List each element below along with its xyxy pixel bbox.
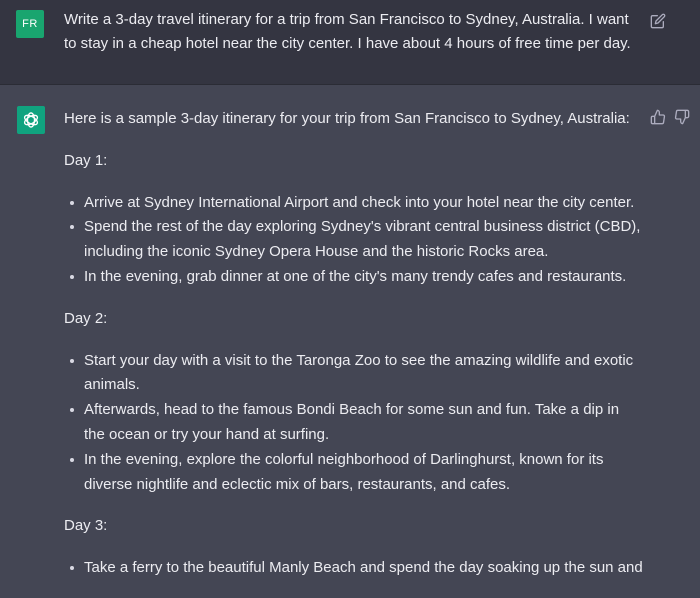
day-1-list: Arrive at Sydney International Airport a… bbox=[64, 191, 644, 290]
user-avatar: FR bbox=[16, 10, 44, 38]
day-2-list: Start your day with a visit to the Taron… bbox=[64, 349, 644, 498]
list-item: Spend the rest of the day exploring Sydn… bbox=[64, 215, 644, 265]
day-1-heading: Day 1: bbox=[64, 151, 108, 169]
response-intro: Here is a sample 3-day itinerary for you… bbox=[64, 110, 630, 127]
day-3-list: Take a ferry to the beautiful Manly Beac… bbox=[64, 556, 644, 581]
edit-icon[interactable] bbox=[650, 13, 666, 29]
list-item: Afterwards, head to the famous Bondi Bea… bbox=[64, 398, 644, 448]
user-message-text: Write a 3-day travel itinerary for a tri… bbox=[64, 11, 631, 52]
day-3-heading: Day 3: bbox=[64, 517, 108, 535]
assistant-message: Here is a sample 3-day itinerary for you… bbox=[0, 85, 700, 579]
assistant-response: Here is a sample 3-day itinerary for you… bbox=[64, 107, 644, 598]
list-item: Arrive at Sydney International Airport a… bbox=[64, 191, 644, 216]
list-item: In the evening, explore the colorful nei… bbox=[64, 448, 644, 498]
list-item: Take a ferry to the beautiful Manly Beac… bbox=[64, 556, 644, 581]
thumbs-down-icon[interactable] bbox=[674, 109, 690, 125]
thumbs-up-icon[interactable] bbox=[650, 109, 666, 125]
chatgpt-logo-icon bbox=[17, 106, 45, 134]
day-2-heading: Day 2: bbox=[64, 309, 108, 327]
list-item: Start your day with a visit to the Taron… bbox=[64, 349, 644, 399]
user-message: FR Write a 3-day travel itinerary for a … bbox=[0, 0, 700, 85]
list-item: In the evening, grab dinner at one of th… bbox=[64, 265, 644, 290]
